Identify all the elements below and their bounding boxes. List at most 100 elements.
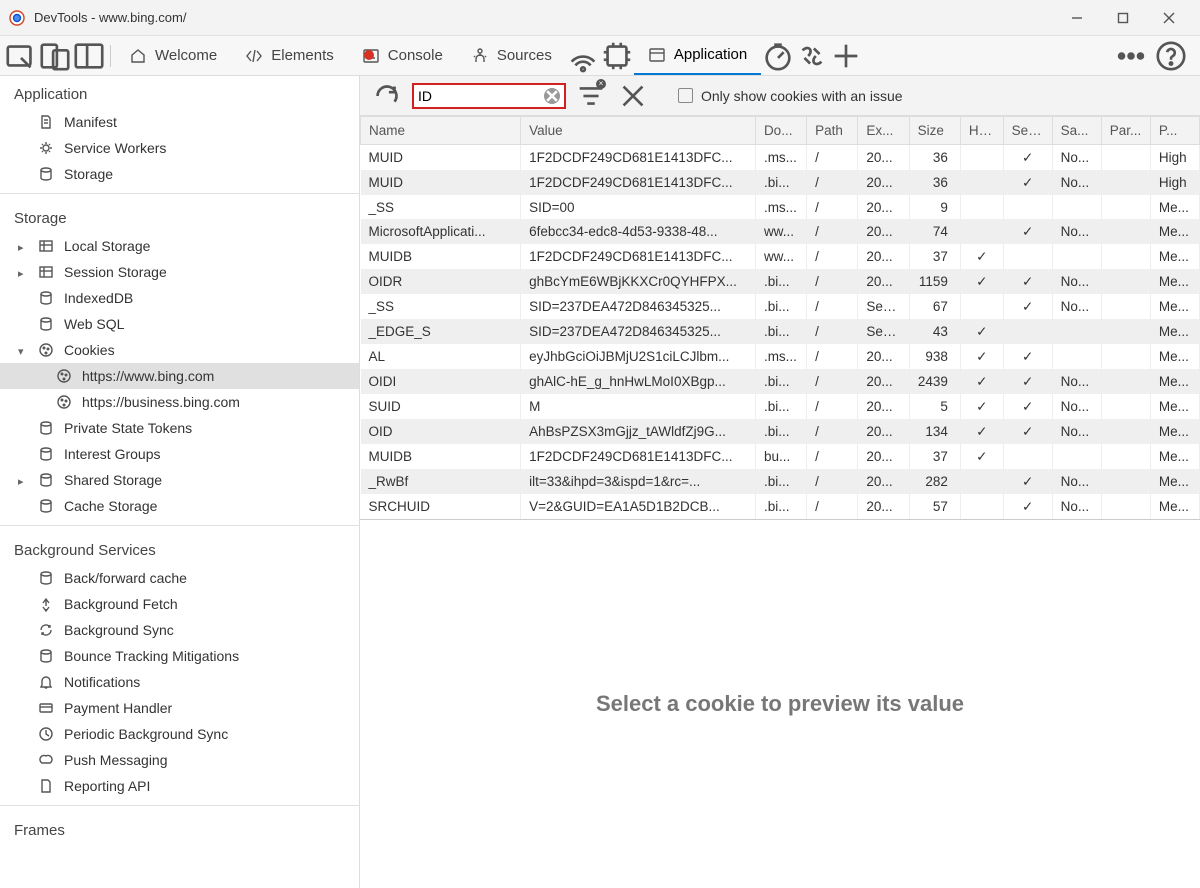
add-tab-button[interactable] (829, 39, 863, 73)
sidebar-item-payment-handler[interactable]: Payment Handler (0, 695, 359, 721)
cell-path: / (807, 294, 858, 319)
cell-name: _SS (361, 294, 521, 319)
filter-input[interactable] (418, 88, 544, 104)
sidebar-item-manifest[interactable]: Manifest (0, 109, 359, 135)
table-row[interactable]: MUID1F2DCDF249CD681E1413DFC....ms.../20.… (361, 145, 1200, 171)
clear-filter-button[interactable] (544, 88, 560, 104)
sidebar-item-session-storage[interactable]: Session Storage (0, 259, 359, 285)
titlebar: DevTools - www.bing.com/ (0, 0, 1200, 36)
cell-size: 938 (909, 344, 960, 369)
cell-httponly (960, 494, 1003, 519)
col-secure[interactable]: Sec... (1003, 117, 1052, 145)
cell-value: 6febcc34-edc8-4d53-9338-48... (521, 219, 756, 244)
label: Web SQL (64, 316, 124, 332)
label: Cookies (64, 342, 115, 358)
inspect-element-button[interactable] (4, 39, 38, 73)
col-httponly[interactable]: Htt... (960, 117, 1003, 145)
help-button[interactable] (1154, 39, 1188, 73)
cell-priority: Me... (1150, 419, 1199, 444)
col-samesite[interactable]: Sa... (1052, 117, 1101, 145)
cell-domain: ww... (755, 244, 806, 269)
tab-application[interactable]: Application (634, 36, 761, 75)
sidebar-item-cookies[interactable]: Cookies (0, 337, 359, 363)
col-partition[interactable]: Par... (1101, 117, 1150, 145)
performance-icon[interactable] (761, 39, 795, 73)
table-row[interactable]: _SSSID=00.ms.../20...9Me... (361, 195, 1200, 219)
cell-httponly: ✓ (960, 444, 1003, 469)
maximize-button[interactable] (1100, 0, 1146, 36)
sidebar-item-cache-storage[interactable]: Cache Storage (0, 493, 359, 519)
sidebar-item-websql[interactable]: Web SQL (0, 311, 359, 337)
sidebar-item-background-sync[interactable]: Background Sync (0, 617, 359, 643)
table-row[interactable]: _EDGE_SSID=237DEA472D846345325....bi.../… (361, 319, 1200, 344)
cell-value: 1F2DCDF249CD681E1413DFC... (521, 444, 756, 469)
cell-samesite: No... (1052, 170, 1101, 195)
table-row[interactable]: MicrosoftApplicati...6febcc34-edc8-4d53-… (361, 219, 1200, 244)
table-row[interactable]: _SSSID=237DEA472D846345325....bi.../Ses.… (361, 294, 1200, 319)
sidebar-item-storage[interactable]: Storage (0, 161, 359, 187)
tab-sources[interactable]: Sources (457, 36, 566, 75)
cell-secure (1003, 444, 1052, 469)
col-path[interactable]: Path (807, 117, 858, 145)
cell-samesite: No... (1052, 269, 1101, 294)
only-issues-checkbox[interactable] (678, 88, 693, 103)
sidebar-item-reporting-api[interactable]: Reporting API (0, 773, 359, 799)
label: Interest Groups (64, 446, 161, 462)
col-value[interactable]: Value (521, 117, 756, 145)
col-expires[interactable]: Ex... (858, 117, 909, 145)
network-conditions-icon[interactable] (566, 39, 600, 73)
cell-samesite (1052, 344, 1101, 369)
device-toggle-button[interactable] (38, 39, 72, 73)
refresh-button[interactable] (370, 79, 404, 113)
col-size[interactable]: Size (909, 117, 960, 145)
cell-partition (1101, 195, 1150, 219)
sidebar-item-bounce-tracking[interactable]: Bounce Tracking Mitigations (0, 643, 359, 669)
more-options-button[interactable] (1114, 39, 1148, 73)
cell-name: _EDGE_S (361, 319, 521, 344)
table-row[interactable]: OIDIghAlC-hE_g_hnHwLMoI0XBgp....bi.../20… (361, 369, 1200, 394)
table-row[interactable]: _RwBfilt=33&ihpd=3&ispd=1&rc=....bi.../2… (361, 469, 1200, 494)
clear-all-button[interactable]: × (574, 79, 608, 113)
table-row[interactable]: OIDRghBcYmE6WBjKKXCr0QYHFPX....bi.../20.… (361, 269, 1200, 294)
sidebar-item-notifications[interactable]: Notifications (0, 669, 359, 695)
table-row[interactable]: SRCHUIDV=2&GUID=EA1A5D1B2DCB....bi.../20… (361, 494, 1200, 519)
section-storage: Storage (0, 200, 359, 233)
sidebar-item-indexeddb[interactable]: IndexedDB (0, 285, 359, 311)
sidebar-item-interest-groups[interactable]: Interest Groups (0, 441, 359, 467)
detached-elements-icon[interactable] (795, 39, 829, 73)
col-priority[interactable]: P... (1150, 117, 1199, 145)
table-row[interactable]: MUID1F2DCDF249CD681E1413DFC....bi.../20.… (361, 170, 1200, 195)
tab-welcome[interactable]: Welcome (115, 36, 231, 75)
cell-httponly (960, 469, 1003, 494)
table-row[interactable]: MUIDB1F2DCDF249CD681E1413DFC...bu.../20.… (361, 444, 1200, 469)
sidebar-item-service-workers[interactable]: Service Workers (0, 135, 359, 161)
tab-console[interactable]: Console (348, 36, 457, 75)
tab-elements[interactable]: Elements (231, 36, 348, 75)
memory-icon[interactable] (600, 39, 634, 73)
close-button[interactable] (1146, 0, 1192, 36)
sidebar-item-periodic-sync[interactable]: Periodic Background Sync (0, 721, 359, 747)
sidebar-item-back-forward-cache[interactable]: Back/forward cache (0, 565, 359, 591)
cell-domain: bu... (755, 444, 806, 469)
sidebar-item-background-fetch[interactable]: Background Fetch (0, 591, 359, 617)
preview-text: Select a cookie to preview its value (596, 691, 964, 717)
table-row[interactable]: SUIDM.bi.../20...5✓✓No...Me... (361, 394, 1200, 419)
sidebar-item-push-messaging[interactable]: Push Messaging (0, 747, 359, 773)
sidebar-item-local-storage[interactable]: Local Storage (0, 233, 359, 259)
table-row[interactable]: OIDAhBsPZSX3mGjjz_tAWldfZj9G....bi.../20… (361, 419, 1200, 444)
sidebar-item-cookie-origin[interactable]: https://www.bing.com (0, 363, 359, 389)
table-row[interactable]: MUIDB1F2DCDF249CD681E1413DFC...ww.../20.… (361, 244, 1200, 269)
cell-priority: High (1150, 145, 1199, 171)
table-row[interactable]: ALeyJhbGciOiJBMjU2S1ciLCJlbm....ms.../20… (361, 344, 1200, 369)
col-domain[interactable]: Do... (755, 117, 806, 145)
delete-cookie-button[interactable] (616, 79, 650, 113)
cell-size: 67 (909, 294, 960, 319)
dock-button[interactable] (72, 39, 106, 73)
sidebar-item-shared-storage[interactable]: Shared Storage (0, 467, 359, 493)
cell-samesite: No... (1052, 369, 1101, 394)
cell-value: ghBcYmE6WBjKKXCr0QYHFPX... (521, 269, 756, 294)
col-name[interactable]: Name (361, 117, 521, 145)
sidebar-item-cookie-origin[interactable]: https://business.bing.com (0, 389, 359, 415)
sidebar-item-private-state-tokens[interactable]: Private State Tokens (0, 415, 359, 441)
minimize-button[interactable] (1054, 0, 1100, 36)
